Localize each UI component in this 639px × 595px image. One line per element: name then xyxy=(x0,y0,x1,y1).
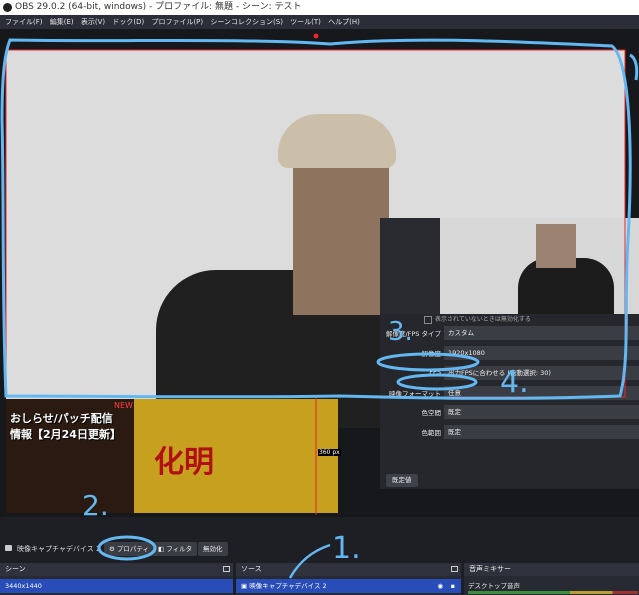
filters-button-label: フィルタ xyxy=(166,545,193,553)
menu-docks[interactable]: ドック(D) xyxy=(112,15,144,29)
camera-icon xyxy=(5,545,12,551)
thumbnail-kanji: 化明 xyxy=(154,445,214,480)
mixer-title: 音声ミキサー xyxy=(469,565,511,573)
obs-logo-icon xyxy=(3,3,12,12)
visibility-eye-icon[interactable]: ◉ xyxy=(437,579,443,593)
audio-mixer-dock: 音声ミキサー デスクトップ音声 xyxy=(464,563,639,595)
sources-title: ソース xyxy=(241,565,262,573)
properties-panel: 表示されていないときは無効化する 解像度/FPS タイプ カスタム 解像度 19… xyxy=(380,218,639,489)
source-item[interactable]: ▣ 映像キャプチャデバイス 2 ◉ ▪ xyxy=(236,579,461,593)
menu-scene-collection[interactable]: シーンコレクション(S) xyxy=(210,15,283,29)
properties-button[interactable]: ⚙ プロパティ xyxy=(104,542,155,556)
menu-view[interactable]: 表示(V) xyxy=(81,15,105,29)
properties-button-label: プロパティ xyxy=(116,545,150,553)
color-space-label: 色空間 xyxy=(421,409,442,417)
menu-profile[interactable]: プロファイル(P) xyxy=(151,15,203,29)
window-title: OBS 29.0.2 (64-bit, windows) - プロファイル: 無… xyxy=(15,2,302,12)
thumbnail-line-2: 情報【2月24日更新】 xyxy=(10,428,121,441)
properties-preview xyxy=(380,218,639,314)
menu-bar: ファイル(F) 編集(E) 表示(V) ドック(D) プロファイル(P) シーン… xyxy=(0,15,639,29)
color-space-row: 色空間 既定 xyxy=(380,405,639,419)
disable-button[interactable]: 無効化 xyxy=(198,542,228,556)
pixel-size-label: 360 px xyxy=(318,449,341,456)
resolution-select[interactable]: 1920x1080 xyxy=(444,346,639,360)
selected-source-name: 映像キャプチャデバイス 2 xyxy=(17,545,101,553)
resolution-row: 解像度 1920x1080 xyxy=(380,346,639,360)
menu-tools[interactable]: ツール(T) xyxy=(290,15,321,29)
video-format-label: 映像フォーマット xyxy=(389,390,441,398)
color-space-select[interactable]: 既定 xyxy=(444,405,639,419)
preview-overlay xyxy=(380,218,440,314)
filters-button[interactable]: ◧ フィルタ xyxy=(153,542,198,556)
menu-file[interactable]: ファイル(F) xyxy=(5,15,43,29)
undock-icon[interactable] xyxy=(451,566,458,572)
undock-icon[interactable] xyxy=(223,566,230,572)
pixelated-face xyxy=(293,145,389,315)
sources-header: ソース xyxy=(236,563,461,576)
resolution-fps-type-row: 解像度/FPS タイプ カスタム xyxy=(380,326,639,340)
camera-icon: ▣ xyxy=(241,582,250,590)
hide-when-inactive-checkbox[interactable]: 表示されていないときは無効化する xyxy=(424,314,531,324)
scenes-title: シーン xyxy=(5,565,26,573)
thumbnail-line-1: おしらせ/パッチ配信 xyxy=(10,412,113,425)
scenes-dock: シーン 3440x1440 xyxy=(0,563,233,595)
scenes-header: シーン xyxy=(0,563,233,576)
resolution-fps-type-label: 解像度/FPS タイプ xyxy=(385,330,441,338)
fps-select[interactable]: 出力FPSに合わせる (自動選択: 30) xyxy=(444,366,639,380)
title-bar: OBS 29.0.2 (64-bit, windows) - プロファイル: 無… xyxy=(0,0,639,15)
menu-help[interactable]: ヘルプ(H) xyxy=(328,15,360,29)
defaults-button[interactable]: 既定値 xyxy=(386,474,418,487)
mixer-header: 音声ミキサー xyxy=(464,563,639,576)
fps-row: FPS 出力FPSに合わせる (自動選択: 30) xyxy=(380,366,639,380)
sources-dock: ソース ▣ 映像キャプチャデバイス 2 ◉ ▪ xyxy=(236,563,461,595)
desktop-audio-label: デスクトップ音声 xyxy=(468,582,520,590)
lock-icon[interactable]: ▪ xyxy=(451,579,455,593)
game-thumbnail: おしらせ/パッチ配信 情報【2月24日更新】 NEW 化明 xyxy=(6,399,338,513)
video-format-row: 映像フォーマット 任意 xyxy=(380,386,639,400)
volume-meter xyxy=(468,591,638,594)
color-range-select[interactable]: 既定 xyxy=(444,425,639,439)
resolution-fps-type-select[interactable]: カスタム xyxy=(444,326,639,340)
resolution-label: 解像度 xyxy=(421,350,442,358)
checkbox-icon[interactable] xyxy=(424,315,432,324)
checkbox-label: 表示されていないときは無効化する xyxy=(435,316,531,323)
preview-person-head xyxy=(536,224,576,268)
source-toolbar: 映像キャプチャデバイス 2 ⚙ プロパティ ◧ フィルタ 無効化 xyxy=(0,540,639,560)
video-format-select[interactable]: 任意 xyxy=(444,386,639,400)
new-tag: NEW xyxy=(114,401,133,410)
person-cap xyxy=(278,114,396,168)
scene-item[interactable]: 3440x1440 xyxy=(0,579,233,593)
source-item-label: 映像キャプチャデバイス 2 xyxy=(249,582,327,590)
color-range-label: 色範囲 xyxy=(421,429,442,437)
fps-label: FPS xyxy=(429,368,441,376)
thumbnail-text: おしらせ/パッチ配信 情報【2月24日更新】 xyxy=(10,411,140,443)
color-range-row: 色範囲 既定 xyxy=(380,425,639,439)
menu-edit[interactable]: 編集(E) xyxy=(50,15,74,29)
